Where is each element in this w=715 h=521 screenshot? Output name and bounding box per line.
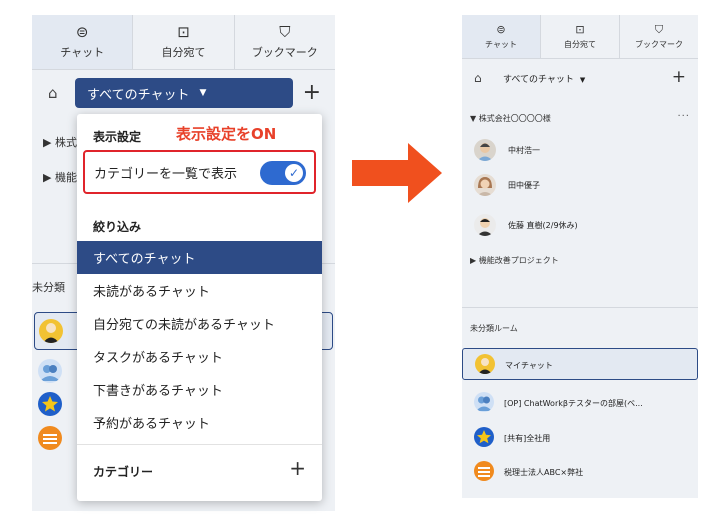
avatar [474, 174, 496, 196]
avatar [38, 392, 62, 416]
right-screenshot: ⊜ チャット ⊡ 自分宛て ⛉ ブックマーク ⌂ すべてのチャット ▼ + ▼ 株… [462, 15, 698, 498]
room-name: [共有]全社用 [504, 434, 551, 443]
filter-row: ⌂ すべてのチャット ▼ + [462, 67, 698, 89]
bookmark-icon: ⛉ [279, 23, 291, 41]
chat-filter-button[interactable]: すべてのチャット ▼ [75, 78, 293, 108]
chat-filter-label: すべてのチャット [87, 87, 190, 103]
divider [77, 444, 322, 445]
divider [462, 307, 698, 308]
room-name: 税理士法人ABC×弊社 [504, 468, 584, 477]
member-name: 中村浩一 [508, 146, 540, 155]
avatar [474, 427, 494, 447]
tab-chat-label: チャット [485, 39, 517, 49]
category-list-toggle-label: カテゴリーを一覧で表示 [94, 167, 238, 182]
filter-unread-to-me[interactable]: 自分宛ての未読があるチャット [77, 307, 322, 340]
group-item[interactable]: ▶ 機能 [43, 169, 77, 185]
avatar [474, 461, 494, 481]
add-chat-button[interactable]: + [672, 67, 686, 87]
tab-bookmark-label: ブックマーク [635, 39, 683, 49]
filter-heading: 絞り込み [93, 220, 142, 234]
tab-bookmark-label: ブックマーク [251, 46, 318, 59]
chat-bubble-icon: ⊜ [75, 23, 89, 41]
filter-has-draft[interactable]: 下書きがあるチャット [77, 373, 322, 406]
category-heading: カテゴリー [93, 465, 154, 479]
caret-down-icon: ▼ [199, 88, 207, 98]
avatar [474, 392, 494, 412]
room-name: [OP] ChatWorkβテスターの部屋(ベ... [504, 399, 643, 408]
tab-to-me[interactable]: ⊡ 自分宛て [133, 15, 235, 69]
filter-all-chats[interactable]: すべてのチャット [77, 241, 322, 274]
room-item[interactable]: 税理士法人ABC×弊社 [462, 456, 698, 488]
group-item[interactable]: ▶ 株式 [43, 134, 77, 150]
uncategorized-heading: 未分類 [32, 281, 65, 294]
chat-filter-button[interactable]: すべてのチャット ▼ [503, 72, 585, 85]
room-item[interactable]: [OP] ChatWorkβテスターの部屋(ベ... [462, 387, 698, 419]
avatar [39, 319, 63, 343]
display-settings-heading: 表示設定 [93, 130, 142, 144]
list-item[interactable]: 中村浩一 [462, 137, 698, 163]
more-menu-icon[interactable]: ··· [677, 111, 690, 122]
add-chat-button[interactable]: + [303, 80, 321, 105]
filter-row: ⌂ すべてのチャット ▼ + [32, 78, 335, 108]
tab-bar: ⊜ チャット ⊡ 自分宛て ⛉ ブックマーク [32, 15, 335, 70]
room-name: マイチャット [505, 361, 553, 370]
filter-dropdown-menu: 表示設定 カテゴリーを一覧で表示 ✓ 絞り込み すべてのチャット 未読があるチャ… [77, 114, 322, 501]
home-icon[interactable]: ⌂ [474, 71, 482, 85]
category-list-toggle-row[interactable]: カテゴリーを一覧で表示 ✓ [83, 150, 316, 194]
avatar [474, 214, 496, 236]
tab-chat-label: チャット [60, 46, 105, 59]
filter-unread[interactable]: 未読があるチャット [77, 274, 322, 307]
to-icon: ⊡ [575, 22, 585, 36]
member-name: 田中優子 [508, 181, 540, 190]
uncategorized-heading: 未分類ルーム [470, 324, 518, 333]
room-item[interactable]: マイチャット [462, 348, 698, 380]
filter-has-task[interactable]: タスクがあるチャット [77, 340, 322, 373]
tab-chat[interactable]: ⊜ チャット [462, 15, 541, 58]
tab-bar: ⊜ チャット ⊡ 自分宛て ⛉ ブックマーク [462, 15, 698, 59]
to-icon: ⊡ [177, 23, 190, 41]
home-icon[interactable]: ⌂ [48, 84, 58, 102]
tab-bookmark[interactable]: ⛉ ブックマーク [620, 15, 698, 58]
tab-bookmark[interactable]: ⛉ ブックマーク [235, 15, 335, 69]
list-item[interactable]: 佐藤 直樹(2/9休み) [462, 212, 698, 238]
tab-to-me-label: 自分宛て [564, 39, 596, 49]
check-icon: ✓ [285, 164, 303, 182]
room-item[interactable]: [共有]全社用 [462, 422, 698, 454]
member-name: 佐藤 直樹(2/9休み) [508, 221, 578, 230]
chat-bubble-icon: ⊜ [496, 22, 506, 36]
avatar [474, 139, 496, 161]
tab-to-me[interactable]: ⊡ 自分宛て [541, 15, 620, 58]
avatar [475, 354, 495, 374]
chat-filter-label: すべてのチャット [503, 75, 574, 85]
right-arrow-icon [352, 143, 442, 203]
category-group-header[interactable]: ▶ 機能改善プロジェクト [470, 255, 559, 266]
bookmark-icon: ⛉ [654, 22, 664, 36]
avatar [38, 426, 62, 450]
filter-has-schedule[interactable]: 予約があるチャット [77, 406, 322, 439]
avatar [38, 359, 62, 383]
category-list-toggle-switch[interactable]: ✓ [260, 161, 306, 185]
add-category-button[interactable]: + [289, 456, 306, 480]
tab-to-me-label: 自分宛て [161, 46, 206, 59]
list-item[interactable]: 田中優子 [462, 172, 698, 198]
tab-chat[interactable]: ⊜ チャット [32, 15, 134, 69]
caret-down-icon: ▼ [579, 76, 586, 84]
category-group-header[interactable]: ▼ 株式会社〇〇〇〇様 [470, 113, 551, 124]
annotation-label: 表示設定をON [176, 125, 277, 143]
